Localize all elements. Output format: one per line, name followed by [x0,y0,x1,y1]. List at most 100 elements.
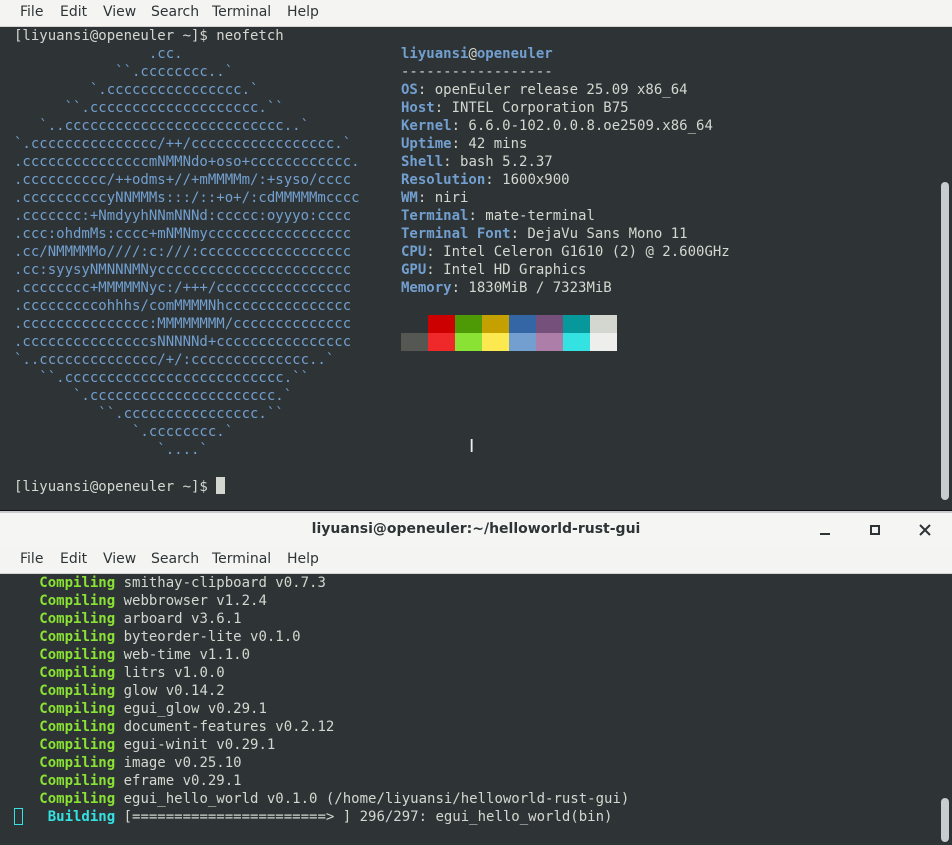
info-key: OS [401,82,418,98]
info-line: Kernel: 6.6.0-102.0.0.8.oe2509.x86_64 [401,117,713,135]
info-key: Shell [401,154,444,170]
crate-name: smithay-clipboard v0.7.3 [115,575,326,591]
menu-view[interactable]: View [103,4,136,20]
ascii-line: `....` [14,442,208,458]
ascii-line: `..cccccccccccccccccccccccccc..` [14,118,310,134]
info-value: : bash 5.2.37 [443,154,553,170]
ascii-line: .ccccccc:+NmdyyhNNmNNNd:ccccc:oyyyo:cccc [14,208,352,224]
compile-line: Compiling arboard v3.6.1 [14,610,242,628]
crate-name: web-time v1.1.0 [115,647,251,663]
minimize-button[interactable] [816,521,834,539]
menu-edit[interactable]: Edit [60,4,87,20]
info-key: Terminal [401,208,469,224]
menu-terminal[interactable]: Terminal [212,551,271,567]
building-label: Building [47,809,116,825]
close-button[interactable] [916,521,934,539]
maximize-button[interactable] [866,521,884,539]
color-swatch [536,333,563,351]
info-key: GPU [401,262,427,278]
ascii-line: `.cccccccc.` [14,424,234,440]
info-value: : 1600x900 [485,172,570,188]
ascii-line: .cccccccccc/++odms+//+mMMMMm/:+syso/cccc [14,172,352,188]
ascii-line: .ccccccccccyNNMMMs:::/::+o+/:cdMMMMMmccc… [14,190,360,206]
info-line: Shell: bash 5.2.37 [401,153,553,171]
info-value: : INTEL Corporation B75 [434,100,629,116]
crate-name: document-features v0.2.12 [115,719,335,735]
compile-line: Compiling image v0.25.10 [14,754,241,772]
menu-file[interactable]: File [20,4,43,20]
ascii-line: .cccccccccohhhs/comMMMMNhccccccccccccccc [14,298,352,314]
info-key: WM [401,190,418,206]
ascii-line: ``.cccccccccccccccccccc.`` [14,100,284,116]
scrollbar[interactable] [938,574,952,845]
compile-line: Compiling byteorder-lite v0.1.0 [14,628,301,646]
ascii-line: `.cccccccccccccccccccccc.` [14,388,293,404]
ascii-line: .cc. [14,46,183,62]
compile-line: Compiling litrs v1.0.0 [14,664,225,682]
crate-name: arboard v3.6.1 [115,611,242,627]
ascii-line: .cccccccccccccccsNNNNNd+cccccccccccccccc [14,334,352,350]
progress-text: [=======================> ] 296/297: egu… [115,809,613,825]
crate-name: litrs v1.0.0 [115,665,225,681]
compile-line: Compiling smithay-clipboard v0.7.3 [14,574,326,592]
terminal-window-neofetch[interactable]: File Edit View Search Terminal Help [liy… [0,0,952,511]
info-value: : 1830MiB / 7323MiB [451,280,612,296]
text-cursor [216,477,226,494]
color-swatch [563,333,590,351]
status-word: Compiling [39,629,116,645]
menu-search[interactable]: Search [151,551,199,567]
scrollbar-thumb[interactable] [941,798,949,842]
color-swatch [401,315,428,333]
compile-line: Compiling egui-winit v0.29.1 [14,736,275,754]
scrollbar-thumb[interactable] [941,182,949,500]
menu-help[interactable]: Help [287,551,319,567]
status-word: Compiling [39,575,116,591]
prompt-current[interactable]: [liyuansi@openeuler ~]$ [14,477,226,495]
terminal-window-cargo[interactable]: liyuansi@openeuler:~/helloworld-rust-gui… [0,513,952,845]
system-info: liyuansi@openeuler ------------------ OS… [401,45,730,351]
color-swatch [482,315,509,333]
info-line: Resolution: 1600x900 [401,171,570,189]
compile-line: Compiling web-time v1.1.0 [14,646,250,664]
compile-line: Compiling egui_hello_world v0.1.0 (/home… [14,790,629,808]
crate-name: egui_glow v0.29.1 [115,701,267,717]
ascii-line: .cccccccc+MMMMMNyc:/+++/cccccccccccccccc [14,280,352,296]
crate-name: byteorder-lite v0.1.0 [115,629,301,645]
status-word: Compiling [39,791,116,807]
info-key: Memory [401,280,452,296]
info-key: Uptime [401,136,452,152]
prompt-line: [liyuansi@openeuler ~]$ neofetch [14,28,284,44]
menu-bar: File Edit View Search Terminal Help [0,547,952,574]
maximize-icon [870,525,880,535]
status-word: Compiling [39,773,116,789]
scrollbar[interactable] [938,27,952,505]
terminal-output[interactable]: Compiling smithay-clipboard v0.7.3 Compi… [14,574,936,842]
color-swatch [482,333,509,351]
color-swatch [563,315,590,333]
info-separator: ------------------ [401,64,553,80]
color-swatch [590,315,617,333]
info-line: Uptime: 42 mins [401,135,527,153]
color-swatch [455,315,482,333]
menu-edit[interactable]: Edit [60,551,87,567]
info-value: : 6.6.0-102.0.0.8.oe2509.x86_64 [451,118,713,134]
menu-search[interactable]: Search [151,4,199,20]
menu-file[interactable]: File [20,551,43,567]
menu-terminal[interactable]: Terminal [212,4,271,20]
building-line: Building [=======================> ] 296… [14,808,612,826]
crate-name: glow v0.14.2 [115,683,225,699]
color-swatch [509,315,536,333]
menu-help[interactable]: Help [287,4,319,20]
color-swatch [509,333,536,351]
status-word: Compiling [39,755,116,771]
ascii-line: .cc:syysyNMNNNMNyccccccccccccccccccccccc [14,262,352,278]
title-bar[interactable]: liyuansi@openeuler:~/helloworld-rust-gui [0,513,952,548]
menu-bar: File Edit View Search Terminal Help [0,0,952,27]
info-host: openeuler [476,46,553,62]
menu-view[interactable]: View [103,551,136,567]
color-swatch [401,333,428,351]
compile-line: Compiling egui_glow v0.29.1 [14,700,267,718]
status-word: Compiling [39,647,116,663]
info-line: CPU: Intel Celeron G1610 (2) @ 2.600GHz [401,243,730,261]
terminal-output[interactable]: [liyuansi@openeuler ~]$ neofetch .cc. ``… [14,27,936,505]
